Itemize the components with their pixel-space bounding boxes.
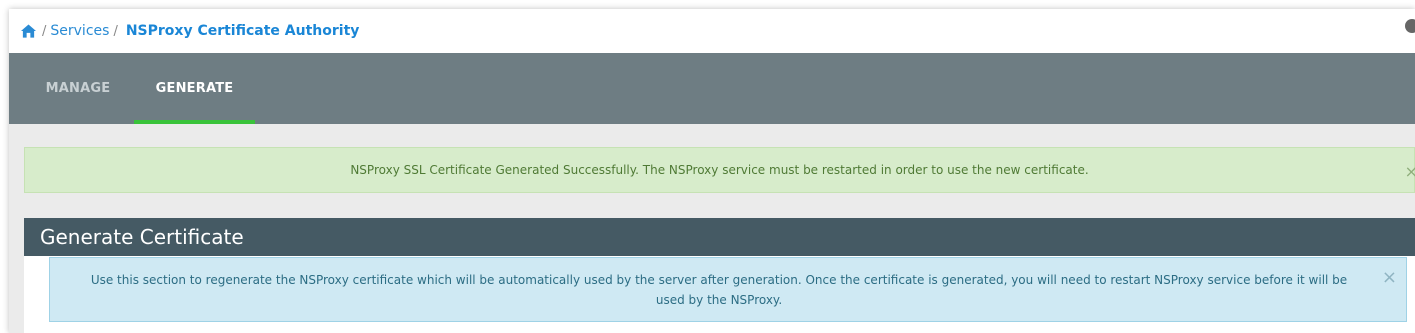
tab-bar: MANAGE GENERATE: [9, 53, 1415, 124]
help-icon[interactable]: [1405, 19, 1415, 33]
breadcrumb-current: NSProxy Certificate Authority: [125, 23, 360, 39]
panel-title: Generate Certificate: [40, 225, 244, 249]
home-icon[interactable]: [21, 24, 36, 38]
close-icon[interactable]: ×: [1382, 268, 1397, 288]
breadcrumb-separator: /: [42, 23, 47, 39]
tab-manage[interactable]: MANAGE: [29, 53, 127, 124]
app-frame: / Services / NSProxy Certificate Authori…: [9, 9, 1415, 333]
panel-header: Generate Certificate: [24, 218, 1415, 256]
info-alert: Use this section to regenerate the NSPro…: [49, 257, 1407, 322]
close-icon[interactable]: ×: [1405, 162, 1415, 181]
panel-body: Use this section to regenerate the NSPro…: [24, 256, 1415, 333]
tab-generate[interactable]: GENERATE: [134, 53, 255, 124]
breadcrumb-separator: /: [113, 23, 118, 39]
breadcrumb: / Services / NSProxy Certificate Authori…: [9, 9, 1415, 53]
success-alert: NSProxy SSL Certificate Generated Succes…: [24, 147, 1415, 193]
success-alert-message: NSProxy SSL Certificate Generated Succes…: [350, 163, 1089, 177]
breadcrumb-services-link[interactable]: Services: [50, 23, 109, 39]
info-alert-message: Use this section to regenerate the NSPro…: [90, 272, 1348, 307]
